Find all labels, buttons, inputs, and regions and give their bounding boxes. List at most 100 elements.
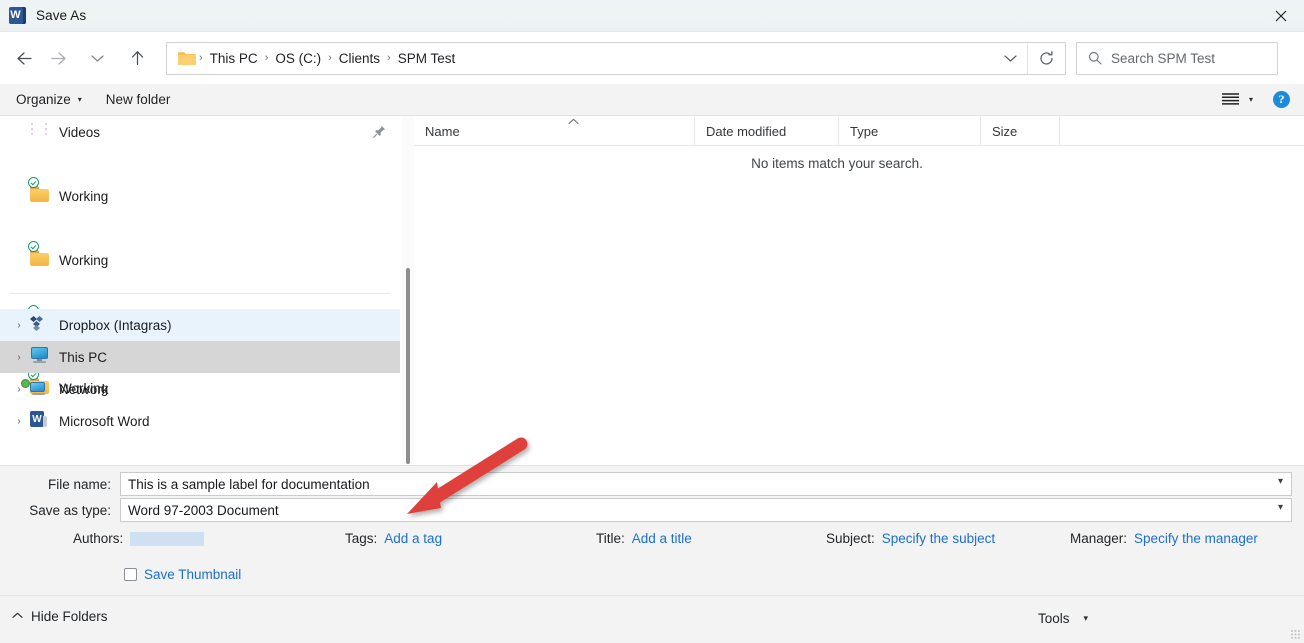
sidebar-scrollbar[interactable] xyxy=(402,116,414,465)
sidebar-item-this-pc[interactable]: › This PC xyxy=(0,341,400,373)
navigation-sidebar[interactable]: Videos Working Working Working › Dropbox… xyxy=(0,116,400,465)
save-thumbnail-row[interactable]: Save Thumbnail xyxy=(124,567,241,582)
chevron-down-icon[interactable]: ▾ xyxy=(1278,502,1283,513)
search-input[interactable]: Search SPM Test xyxy=(1111,51,1215,66)
column-header-date-modified[interactable]: Date modified xyxy=(694,117,838,146)
title-bar: Save As xyxy=(0,0,1304,32)
chevron-down-icon: ▾ xyxy=(77,95,82,104)
specify-the-manager-link[interactable]: Specify the manager xyxy=(1134,531,1258,546)
chevron-right-icon[interactable]: › xyxy=(8,320,30,331)
search-box[interactable]: Search SPM Test xyxy=(1076,41,1278,75)
breadcrumb-this-pc[interactable]: This PC xyxy=(204,49,264,68)
close-icon xyxy=(1275,10,1287,22)
column-header-name[interactable]: Name xyxy=(414,117,694,146)
address-bar[interactable]: › This PC › OS (C:) › Clients › SPM Test xyxy=(166,41,1066,75)
word-icon xyxy=(30,411,50,431)
videos-icon xyxy=(30,122,50,142)
breadcrumb-spm-test[interactable]: SPM Test xyxy=(392,49,462,68)
column-header-size[interactable]: Size xyxy=(980,117,1060,146)
empty-state-message: No items match your search. xyxy=(751,156,923,171)
help-icon[interactable]: ? xyxy=(1273,91,1290,108)
recent-locations-button[interactable] xyxy=(80,41,114,75)
caret-up-icon xyxy=(12,611,23,622)
sidebar-item-label: Microsoft Word xyxy=(59,413,150,429)
add-a-tag-link[interactable]: Add a tag xyxy=(384,531,442,546)
sidebar-item-working-2[interactable]: Working xyxy=(0,241,400,276)
authors-field[interactable]: Authors: xyxy=(73,531,205,546)
folder-synced-icon xyxy=(28,241,50,270)
tags-field[interactable]: Tags: Add a tag xyxy=(345,531,442,546)
view-options-caret-icon[interactable]: ▾ xyxy=(1243,91,1259,108)
refresh-icon xyxy=(1040,50,1053,65)
back-button[interactable] xyxy=(6,41,40,75)
window-title: Save As xyxy=(36,8,87,23)
chevron-down-icon xyxy=(1004,54,1017,62)
subject-field[interactable]: Subject: Specify the subject xyxy=(826,531,995,546)
file-list-pane[interactable]: Name Date modified Type Size No items ma… xyxy=(414,116,1304,465)
file-name-input[interactable]: This is a sample label for documentation… xyxy=(120,472,1292,496)
resize-grip[interactable] xyxy=(1291,630,1301,640)
tags-label: Tags: xyxy=(345,531,378,546)
search-icon xyxy=(1088,51,1102,65)
dialog-footer: Hide Folders Tools ▾ Save Cancel xyxy=(0,595,1304,643)
network-icon xyxy=(21,379,50,399)
sidebar-item-dropbox[interactable]: › Dropbox (Intagras) xyxy=(0,309,400,341)
pin-icon[interactable] xyxy=(373,125,386,143)
file-name-label: File name: xyxy=(47,476,111,492)
folder-synced-icon xyxy=(28,177,50,206)
subject-label: Subject: xyxy=(826,531,875,546)
tools-label: Tools xyxy=(1038,610,1070,626)
command-bar-right: ▾ ? xyxy=(1218,89,1304,110)
save-thumbnail-checkbox[interactable] xyxy=(124,568,137,581)
hide-folders-button[interactable]: Hide Folders xyxy=(12,609,108,624)
breadcrumb-os-c[interactable]: OS (C:) xyxy=(269,49,327,68)
file-name-row: File name: This is a sample label for do… xyxy=(0,472,1292,496)
chevron-right-icon[interactable]: › xyxy=(8,416,30,427)
title-label: Title: xyxy=(596,531,625,546)
authors-value-redacted[interactable] xyxy=(130,531,205,546)
column-header-label: Date modified xyxy=(706,124,787,139)
organize-button[interactable]: Organize ▾ xyxy=(8,88,90,111)
hide-folders-label: Hide Folders xyxy=(31,609,108,624)
column-header-label: Size xyxy=(992,124,1018,139)
document-metadata-row: Authors: Tags: Add a tag Title: Add a ti… xyxy=(0,531,1304,553)
chevron-down-icon: ▾ xyxy=(1083,612,1089,623)
list-view-icon[interactable] xyxy=(1218,89,1243,110)
sidebar-item-network[interactable]: › Network xyxy=(0,373,400,405)
authors-label: Authors: xyxy=(73,531,124,546)
save-as-type-field[interactable]: Word 97-2003 Document ▾ xyxy=(120,498,1292,522)
save-as-dialog: Save As xyxy=(0,0,1304,643)
sidebar-item-working-1[interactable]: Working xyxy=(0,177,400,212)
arrow-up-icon xyxy=(131,51,143,66)
add-a-title-link[interactable]: Add a title xyxy=(632,531,692,546)
close-button[interactable] xyxy=(1258,0,1304,32)
breadcrumb-clients[interactable]: Clients xyxy=(333,49,386,68)
specify-the-subject-link[interactable]: Specify the subject xyxy=(882,531,995,546)
save-thumbnail-label[interactable]: Save Thumbnail xyxy=(144,567,241,582)
refresh-button[interactable] xyxy=(1028,50,1065,66)
column-header-row: Name Date modified Type Size xyxy=(414,116,1304,146)
title-field[interactable]: Title: Add a title xyxy=(596,531,692,546)
sidebar-item-label: Dropbox (Intagras) xyxy=(59,317,172,333)
column-header-label: Type xyxy=(850,124,879,139)
word-app-icon xyxy=(9,6,26,24)
address-dropdown-button[interactable] xyxy=(994,54,1027,63)
up-button[interactable] xyxy=(120,41,154,75)
chevron-down-icon[interactable]: ▾ xyxy=(1278,476,1283,487)
save-as-type-row: Save as type: Word 97-2003 Document ▾ xyxy=(0,498,1292,522)
chevron-right-icon[interactable]: › xyxy=(8,352,30,363)
manager-field[interactable]: Manager: Specify the manager xyxy=(1070,531,1258,546)
sidebar-item-label: Videos xyxy=(59,124,101,140)
this-pc-icon xyxy=(30,347,50,367)
column-header-type[interactable]: Type xyxy=(838,117,980,146)
sidebar-scrollbar-thumb[interactable] xyxy=(406,268,410,464)
sidebar-item-label: Working xyxy=(59,252,109,268)
sidebar-item-microsoft-word[interactable]: › Microsoft Word xyxy=(0,405,400,437)
column-header-underline xyxy=(414,145,1304,146)
forward-button[interactable] xyxy=(42,41,76,75)
command-bar: Organize ▾ New folder ▾ ? xyxy=(0,84,1304,116)
sidebar-item-videos[interactable]: Videos xyxy=(0,116,400,148)
tools-button[interactable]: Tools ▾ xyxy=(1032,603,1094,633)
new-folder-button[interactable]: New folder xyxy=(98,88,179,111)
arrow-right-icon xyxy=(50,51,66,65)
